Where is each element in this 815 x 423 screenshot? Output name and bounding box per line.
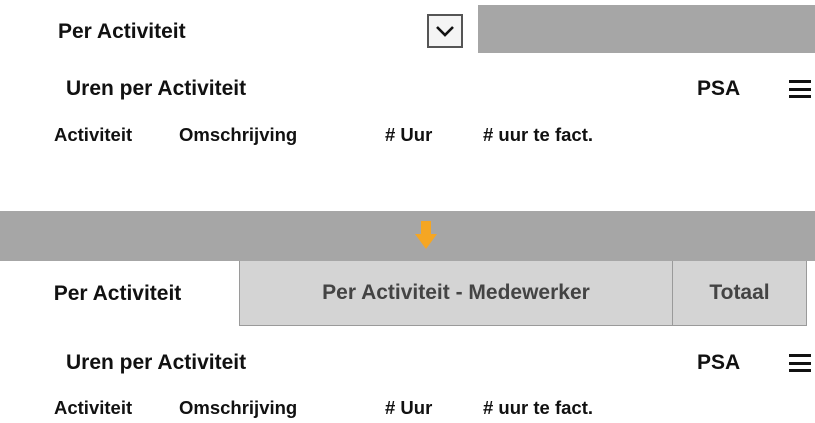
psa-label: PSA: [697, 351, 741, 374]
arrow-down-icon: [415, 221, 437, 249]
divider-bar: [0, 211, 815, 261]
tab-per-activiteit-medewerker[interactable]: Per Activiteit - Medewerker: [239, 261, 672, 326]
tab-label: Totaal: [709, 281, 770, 304]
column-header-activiteit[interactable]: Activiteit: [54, 397, 132, 419]
column-header-omschrijving[interactable]: Omschrijving: [179, 124, 297, 146]
psa-label: PSA: [697, 77, 741, 100]
menu-icon[interactable]: [789, 80, 811, 98]
view-dropdown-button[interactable]: [427, 14, 463, 48]
tab-bar: Per Activiteit Per Activiteit - Medewerk…: [0, 261, 815, 326]
column-header-omschrijving[interactable]: Omschrijving: [179, 397, 297, 419]
panel-title: Uren per Activiteit: [66, 351, 247, 374]
tab-totaal[interactable]: Totaal: [672, 261, 807, 326]
column-header-activiteit[interactable]: Activiteit: [54, 124, 132, 146]
menu-icon[interactable]: [789, 354, 811, 372]
column-header-uur[interactable]: # Uur: [385, 124, 432, 146]
tab-label: Per Activiteit - Medewerker: [322, 281, 590, 304]
column-header-uur-te-fact[interactable]: # uur te fact.: [483, 397, 593, 419]
tab-label: Per Activiteit: [53, 281, 182, 305]
column-header-uur-te-fact[interactable]: # uur te fact.: [483, 124, 593, 146]
view-select-label: Per Activiteit: [58, 20, 186, 43]
tab-per-activiteit[interactable]: Per Activiteit: [0, 261, 239, 326]
top-grey-bar: [478, 5, 815, 53]
panel-title: Uren per Activiteit: [66, 77, 247, 100]
column-header-uur[interactable]: # Uur: [385, 397, 432, 419]
chevron-down-icon: [436, 26, 454, 37]
